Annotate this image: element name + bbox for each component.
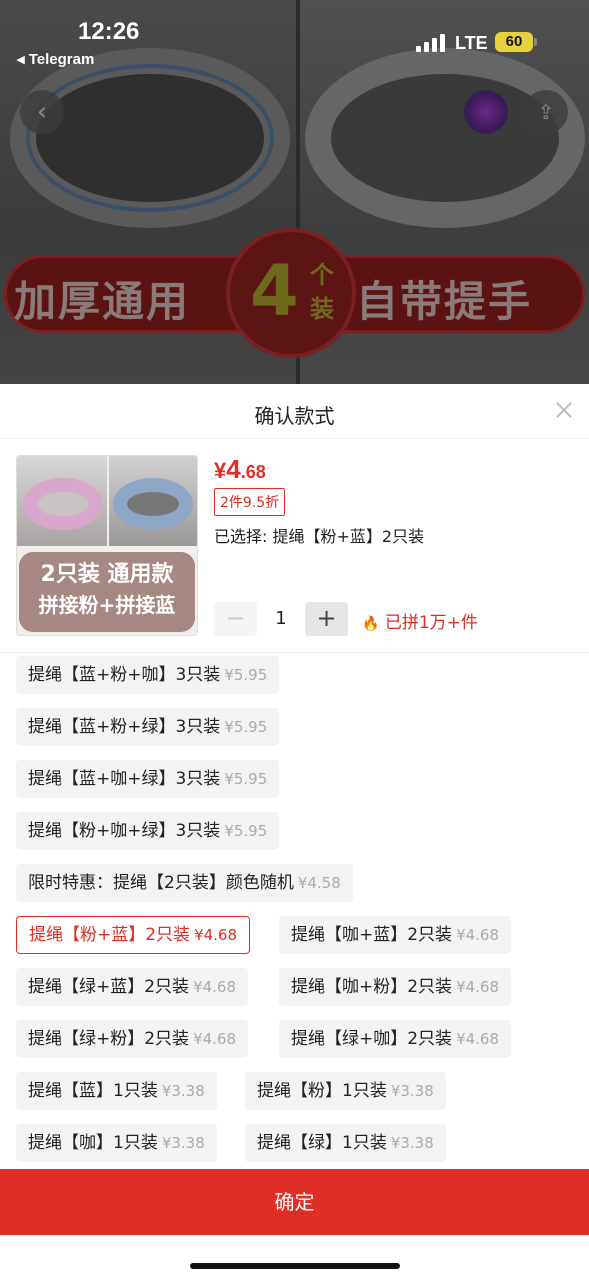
variant-price: ¥3.38: [161, 1082, 205, 1100]
variant-option[interactable]: 提绳【蓝+咖+绿】3只装 ¥5.95: [16, 760, 280, 798]
variant-price: ¥4.68: [194, 926, 238, 944]
variant-price: ¥4.68: [456, 978, 500, 996]
variant-price: ¥5.95: [224, 666, 268, 684]
back-arrow-icon[interactable]: ‹: [20, 90, 64, 134]
variant-option[interactable]: 提绳【粉+咖+绿】3只装 ¥5.95: [16, 812, 280, 850]
discount-badge: 2件9.5折: [214, 488, 286, 516]
battery-tip: [534, 38, 537, 46]
variant-price: ¥5.95: [224, 718, 268, 736]
variant-label: 提绳【粉+咖+绿】3只装: [28, 821, 221, 841]
variant-option[interactable]: 提绳【绿+咖】2只装 ¥4.68: [279, 1020, 512, 1058]
variant-option[interactable]: 提绳【咖+粉】2只装 ¥4.68: [279, 968, 512, 1006]
battery-icon: 60: [495, 32, 533, 52]
avatar[interactable]: [464, 90, 508, 134]
variant-price: ¥4.68: [456, 926, 500, 944]
variant-label: 提绳【粉+蓝】2只装: [29, 925, 191, 945]
variant-option[interactable]: 提绳【绿+蓝】2只装 ¥4.68: [16, 968, 249, 1006]
variant-price: ¥4.68: [193, 978, 237, 996]
variant-price: ¥3.38: [161, 1134, 205, 1152]
variant-label: 提绳【蓝】1只装: [28, 1081, 158, 1101]
product-price: ¥4.68: [214, 454, 266, 484]
variant-label: 提绳【咖+粉】2只装: [291, 977, 453, 997]
home-indicator: [190, 1263, 400, 1269]
variant-price: ¥3.38: [390, 1134, 434, 1152]
divider: [0, 438, 589, 439]
variant-option[interactable]: 提绳【咖+蓝】2只装 ¥4.68: [279, 916, 512, 954]
variant-label: 提绳【绿+咖】2只装: [291, 1029, 453, 1049]
fire-icon: 🔥: [362, 616, 380, 632]
selected-variant-text: 已选择: 提绳【粉+蓝】2只装: [214, 527, 425, 546]
variant-label: 提绳【咖+蓝】2只装: [291, 925, 453, 945]
close-icon[interactable]: [552, 398, 576, 422]
sold-count: 🔥 已拼1万+件: [362, 613, 478, 633]
variant-option[interactable]: 提绳【蓝】1只装 ¥3.38: [16, 1072, 217, 1110]
variant-label: 提绳【蓝+粉+绿】3只装: [28, 717, 221, 737]
variant-label: 限时特惠：提绳【2只装】颜色随机: [28, 873, 294, 893]
variant-price: ¥4.58: [297, 874, 341, 892]
variant-option[interactable]: 提绳【绿+粉】2只装 ¥4.68: [16, 1020, 249, 1058]
variant-option[interactable]: 提绳【蓝+粉+咖】3只装 ¥5.95: [16, 656, 280, 694]
variant-option[interactable]: 限时特惠：提绳【2只装】颜色随机 ¥4.58: [16, 864, 353, 902]
banner-number: 4: [250, 250, 299, 332]
status-time: 12:26: [78, 18, 140, 45]
variant-option[interactable]: 提绳【咖】1只装 ¥3.38: [16, 1124, 217, 1162]
sheet-title: 确认款式: [254, 404, 335, 428]
variant-label: 提绳【蓝+粉+咖】3只装: [28, 665, 221, 685]
banner-text-left: 加厚通用: [14, 277, 191, 326]
variant-option[interactable]: 提绳【粉+蓝】2只装 ¥4.68: [16, 916, 251, 954]
variant-price: ¥4.68: [193, 1030, 237, 1048]
divider: [0, 652, 589, 653]
back-to-telegram[interactable]: ◂ Telegram: [17, 50, 94, 68]
variant-label: 提绳【粉】1只装: [257, 1081, 387, 1101]
signal-icon: [416, 34, 446, 52]
blue-seat-image: [113, 478, 193, 530]
thumbnail-label: 2只装 通用款 拼接粉+拼接蓝: [19, 552, 195, 632]
variant-label: 提绳【绿】1只装: [257, 1133, 387, 1153]
variant-label: 提绳【绿+粉】2只装: [28, 1029, 190, 1049]
banner-unit: 个装: [310, 261, 334, 323]
variant-label: 提绳【咖】1只装: [28, 1133, 158, 1153]
pink-seat-image: [23, 478, 103, 530]
quantity-value[interactable]: 1: [269, 602, 293, 636]
style-picker-sheet: 确认款式 2只装 通用款 拼接粉+拼接蓝 ¥4.68 2件9.5折 已选择: 提…: [0, 384, 589, 1280]
increase-button[interactable]: +: [305, 602, 348, 636]
variant-price: ¥3.38: [390, 1082, 434, 1100]
share-icon[interactable]: ⇪: [524, 90, 568, 134]
variant-price: ¥5.95: [224, 770, 268, 788]
banner-text-right: 自带提手: [356, 277, 533, 326]
confirm-button[interactable]: 确定: [0, 1169, 589, 1235]
variant-label: 提绳【蓝+咖+绿】3只装: [28, 769, 221, 789]
variant-option[interactable]: 提绳【绿】1只装 ¥3.38: [245, 1124, 446, 1162]
status-bar: 12:26 ◂ Telegram LTE 60: [0, 0, 589, 80]
network-type: LTE: [455, 33, 488, 53]
variant-option[interactable]: 提绳【蓝+粉+绿】3只装 ¥5.95: [16, 708, 280, 746]
decrease-button[interactable]: −: [214, 602, 257, 636]
variant-option[interactable]: 提绳【粉】1只装 ¥3.38: [245, 1072, 446, 1110]
product-thumbnail[interactable]: 2只装 通用款 拼接粉+拼接蓝: [16, 455, 198, 636]
variant-label: 提绳【绿+蓝】2只装: [28, 977, 190, 997]
variant-price: ¥5.95: [224, 822, 268, 840]
variant-price: ¥4.68: [456, 1030, 500, 1048]
